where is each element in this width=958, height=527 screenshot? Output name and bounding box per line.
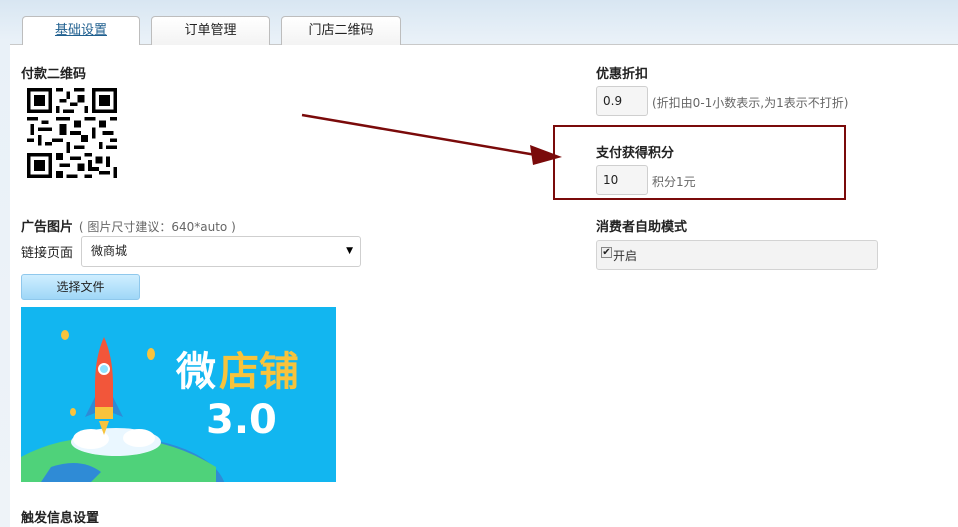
tab-label: 门店二维码 xyxy=(308,23,374,38)
tab-basic-settings[interactable]: 基础设置 xyxy=(22,16,140,46)
qrcode-image xyxy=(27,88,117,178)
discount-hint: (折扣由0-1小数表示,为1表示不打折) xyxy=(652,96,849,110)
link-page-selected: 微商城 xyxy=(91,244,128,258)
link-page-select[interactable]: 微商城 ▼ xyxy=(81,236,361,267)
points-input[interactable]: 10 xyxy=(596,165,648,195)
self-service-checkbox-label: 开启 xyxy=(613,249,638,263)
settings-panel: 付款二维码 广告图片 ( 图片尺寸建议：640*auto) 链接页面 微商城 … xyxy=(10,45,958,527)
trigger-settings-label: 触发信息设置 xyxy=(21,511,100,526)
ad-image-hint: ( 图片尺寸建议：640*auto ) xyxy=(78,220,236,234)
tab-label: 基础设置 xyxy=(54,23,107,38)
self-service-field: ✔ 开启 xyxy=(596,240,878,270)
chevron-down-icon: ▼ xyxy=(346,246,353,256)
banner-title-2: 店铺 xyxy=(219,349,299,395)
ad-image-label: 广告图片 xyxy=(21,220,74,235)
discount-input[interactable]: 0.9 xyxy=(596,86,648,116)
tab-order-management[interactable]: 订单管理 xyxy=(151,16,270,45)
choose-file-button[interactable]: 选择文件 xyxy=(21,274,140,300)
discount-label: 优惠折扣 xyxy=(596,67,649,82)
self-service-checkbox[interactable]: ✔ xyxy=(601,247,612,258)
tab-store-qrcode[interactable]: 门店二维码 xyxy=(281,16,401,45)
tab-label: 订单管理 xyxy=(184,23,237,38)
tab-bar: 基础设置 订单管理 门店二维码 xyxy=(10,0,958,46)
self-service-label: 消费者自助模式 xyxy=(596,220,688,235)
ad-banner-image: 微 店铺 3.0 xyxy=(21,307,336,482)
banner-version: 3.0 xyxy=(206,397,277,443)
payment-qr-label: 付款二维码 xyxy=(21,67,87,82)
ad-image-row: 广告图片 ( 图片尺寸建议：640*auto ) xyxy=(21,216,236,235)
link-page-label: 链接页面 xyxy=(21,246,74,261)
points-label: 支付获得积分 xyxy=(596,146,675,161)
banner-title-1: 微 xyxy=(175,349,216,395)
points-hint: 积分1元 xyxy=(652,175,696,189)
